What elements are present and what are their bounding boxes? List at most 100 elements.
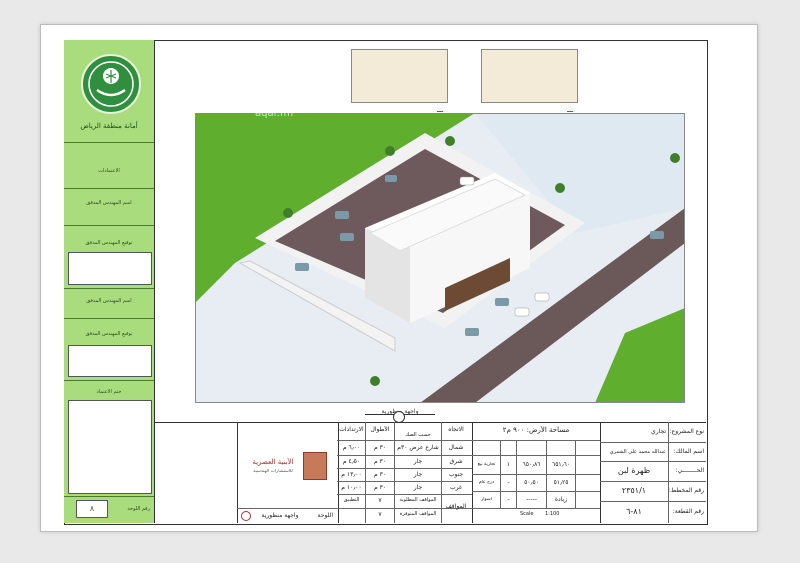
site-row-length: ٣٠ م (373, 484, 387, 491)
parking-required-label: المواقف المطلوبة (399, 497, 437, 503)
office-subtitle: للاستشارات الهندسية (253, 469, 293, 474)
divider (600, 481, 706, 482)
site-row-neighbor: جار (413, 484, 423, 491)
area-cell: درج عام (478, 480, 495, 485)
section-marker-icon (241, 511, 251, 521)
area-cell: ٦٥٠٫٨٦ (522, 461, 541, 468)
project-type-label: نوع المشروع: (669, 428, 704, 435)
owner-value: عبدالله محمد علي الشمري (609, 449, 666, 455)
material-swatch (481, 49, 578, 112)
divider (64, 142, 154, 143)
logo-caption: أمانة منطقة الرياض (80, 122, 138, 130)
divider (472, 508, 600, 509)
site-row-setback: ٦٫٠٠ م (342, 444, 361, 451)
parking-required-value: ٧ (378, 497, 382, 504)
site-row-dir: جنوب (448, 471, 464, 478)
divider (64, 380, 154, 381)
area-cell: تجارية بيع (477, 462, 496, 467)
site-row-neighbor: جار (413, 458, 423, 465)
land-area-title: مساحة الأرض: ٩٠٠ م٢ (502, 426, 570, 434)
board-value: واجهة منظورية (261, 512, 299, 519)
parking-available-label: المواقف المتوفرة (399, 511, 437, 517)
district-label: الحــــــــي: (675, 467, 704, 474)
parking-label: المواقف (445, 503, 467, 510)
site-row-length: ٣٠ م (373, 458, 387, 465)
divider (337, 481, 472, 482)
checker-name-label: اسم المهندس المدقق (86, 200, 132, 206)
checker2-sign-label: توقيع المهندس المدقق (85, 331, 133, 337)
extra-col-label: التطبيق (343, 497, 360, 503)
approval-stamp-label: ختم الاعتماد (96, 389, 122, 395)
divider (337, 455, 472, 456)
approvals-label: الاعتمادات (98, 168, 120, 174)
site-row-setback: ١٠٫٠٠ م (341, 484, 362, 491)
divider (472, 455, 600, 456)
divider (64, 318, 154, 319)
municipality-logo (81, 54, 141, 114)
area-cell: ٥١٫٢٥ (553, 479, 569, 486)
sidebar-panel: أمانة منطقة الرياض الاعتمادات اسم المهند… (64, 40, 155, 523)
board-label: اللوحة (317, 512, 333, 519)
area-cell: - (507, 479, 510, 486)
area-cell: زيادة (554, 496, 568, 503)
checker2-sign-box (68, 345, 152, 377)
divider (64, 496, 154, 497)
area-cell: - (507, 496, 510, 503)
board-no-value: ٨ (76, 500, 108, 518)
site-header-direction: الاتجاه (448, 426, 464, 433)
divider (237, 508, 337, 509)
site-header-length: الأطوال (370, 426, 390, 433)
divider (472, 474, 600, 475)
site-row-setback: ١٣٫٠٠ م (341, 471, 362, 478)
district-value: ظهرة لبن (617, 466, 651, 475)
divider (64, 188, 154, 189)
site-row-setback: ٤٫٥٠ م (342, 458, 361, 465)
divider (472, 440, 600, 441)
checker2-name-label: اسم المهندس المدقق (86, 298, 132, 304)
render-border (195, 113, 685, 403)
site-row-dir: شرق (449, 458, 463, 465)
divider (600, 501, 706, 502)
site-row-length: ٣٠ م (373, 444, 387, 451)
office-name: الأبنية العصرية (252, 458, 294, 466)
plot-label: رقم القطعة: (672, 508, 704, 515)
divider (472, 491, 600, 492)
plan-value: ٢٣٥١/١ (621, 486, 647, 495)
site-row-dir: شمال (448, 444, 464, 451)
divider (575, 440, 576, 508)
parking-available-value: ٧ (378, 511, 382, 518)
site-header-deed: حسب الصك (405, 432, 431, 438)
divider (337, 494, 472, 495)
divider (64, 288, 154, 289)
material-swatch (351, 49, 448, 112)
perspective-rendering (195, 113, 685, 403)
watermark: aqar.fm (255, 108, 294, 119)
swatch-marker (567, 111, 573, 112)
area-cell: أسوار (481, 497, 492, 502)
divider (64, 225, 154, 226)
site-row-length: ٣٠ م (373, 471, 387, 478)
site-header-setback: الارتدادات (339, 426, 364, 433)
divider (337, 468, 472, 469)
board-no-label: رقم اللوحة (127, 506, 150, 512)
checker-sign-label: توقيع المهندس المدقق (85, 240, 133, 246)
site-row-neighbor: شارع عرض ٣٠م (397, 444, 439, 451)
area-cell: ٦٥١٫٦٠ (551, 461, 571, 468)
scale-value: 1:100 (545, 511, 560, 517)
site-row-neighbor: جار (413, 471, 423, 478)
site-row-dir: غرب (449, 484, 463, 491)
plan-label: رقم المخطط: (669, 487, 704, 494)
approval-stamp-box (68, 400, 152, 494)
owner-label: اسم المالك: (673, 448, 704, 455)
area-cell: ----- (526, 496, 537, 503)
palm-swords-icon (88, 61, 134, 107)
scale-label: Scale (520, 511, 534, 517)
office-logo-icon (303, 452, 327, 480)
area-cell: ٥٠٫٥٠ (524, 479, 539, 486)
project-type-value: تجاري (651, 428, 666, 435)
plot-value: ٨١-٦ (626, 507, 642, 516)
divider (337, 440, 472, 441)
checker-sign-box (68, 252, 152, 285)
divider (600, 461, 706, 462)
swatch-marker (437, 111, 443, 112)
